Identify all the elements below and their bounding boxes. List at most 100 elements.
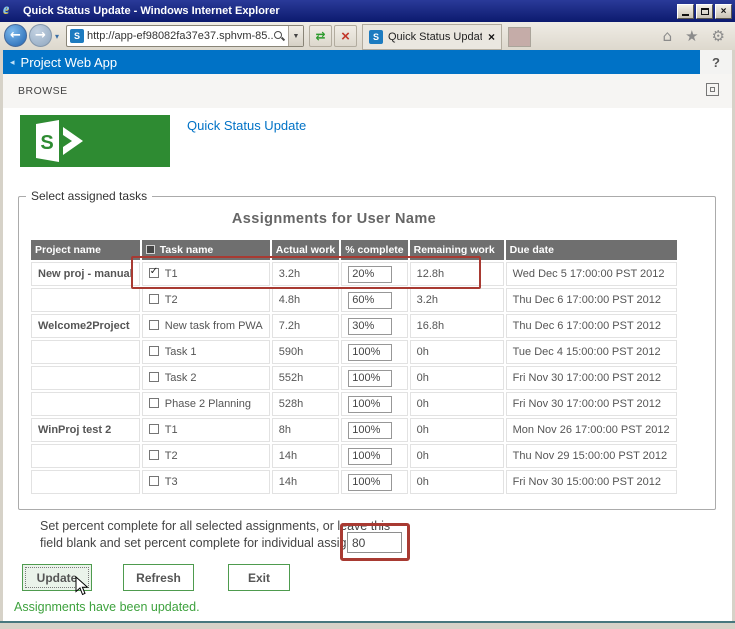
project-name-cell [31,340,140,364]
project-name-cell: New proj - manual [31,262,140,286]
focus-on-content-icon[interactable] [706,83,719,96]
remaining-work-cell: 0h [410,340,504,364]
remaining-work-cell: 12.8h [410,262,504,286]
back-button[interactable]: ← [4,24,27,47]
task-name-cell: T2 [142,444,270,468]
task-checkbox[interactable] [149,424,159,434]
ribbon-tab-browse[interactable]: BROWSE [18,85,68,97]
column-header-task-name: Task name [142,240,270,260]
table-row: Task 1 590h 0h Tue Dec 4 15:00:00 PST 20… [31,340,677,364]
percent-complete-input[interactable] [348,370,392,387]
due-date-cell: Thu Dec 6 17:00:00 PST 2012 [506,288,677,312]
table-row: Phase 2 Planning 528h 0h Fri Nov 30 17:0… [31,392,677,416]
table-row: Task 2 552h 0h Fri Nov 30 17:00:00 PST 2… [31,366,677,390]
percent-complete-input[interactable] [348,474,392,491]
minimize-button[interactable] [677,4,694,19]
tab-close-icon[interactable]: × [488,30,495,44]
due-date-cell: Tue Dec 4 15:00:00 PST 2012 [506,340,677,364]
exit-button[interactable]: Exit [228,564,290,591]
actual-work-cell: 8h [272,418,340,442]
browser-toolbar: ← → ▾ S http://app-ef98082fa37e37.sphvm-… [0,22,735,50]
refresh-icon[interactable]: ⇄ [309,25,332,47]
table-row: WinProj test 2 T1 8h 0h Mon Nov 26 17:00… [31,418,677,442]
ribbon-bar: BROWSE [3,74,732,108]
back-chevron-icon: ◂ [10,57,15,68]
task-name-label: Task 2 [165,372,197,384]
percent-complete-cell [341,314,407,338]
percent-complete-input[interactable] [348,318,392,335]
percent-complete-input[interactable] [348,344,392,361]
address-bar[interactable]: S http://app-ef98082fa37e37.sphvm-85... … [66,25,304,47]
task-checkbox[interactable] [149,450,159,460]
address-dropdown-icon[interactable]: ▼ [288,26,303,46]
bulk-percent-instructions: Set percent complete for all selected as… [40,518,391,552]
help-button[interactable]: ? [700,50,732,74]
actual-work-cell: 590h [272,340,340,364]
browser-window: e Quick Status Update - Windows Internet… [0,0,735,629]
remaining-work-cell: 0h [410,392,504,416]
stop-icon[interactable]: × [334,25,357,47]
percent-complete-input[interactable] [348,396,392,413]
due-date-cell: Fri Nov 30 17:00:00 PST 2012 [506,392,677,416]
due-date-cell: Mon Nov 26 17:00:00 PST 2012 [506,418,677,442]
task-name-cell: T3 [142,470,270,494]
task-name-label: T1 [165,268,178,280]
task-checkbox[interactable] [149,372,159,382]
due-date-cell: Fri Nov 30 15:00:00 PST 2012 [506,470,677,494]
table-row: T2 4.8h 3.2h Thu Dec 6 17:00:00 PST 2012 [31,288,677,312]
search-icon[interactable] [273,30,286,43]
project-name-cell [31,288,140,312]
task-checkbox[interactable] [149,476,159,486]
actual-work-cell: 4.8h [272,288,340,312]
table-row: T2 14h 0h Thu Nov 29 15:00:00 PST 2012 [31,444,677,468]
url-text[interactable]: http://app-ef98082fa37e37.sphvm-85... [84,30,273,42]
recent-pages-dropdown-icon[interactable]: ▾ [55,32,59,41]
task-checkbox[interactable] [149,320,159,330]
task-checkbox[interactable] [149,346,159,356]
percent-complete-input[interactable] [348,422,392,439]
mouse-cursor [75,576,89,596]
table-title: Assignments for User Name [29,211,639,227]
task-name-label: T3 [165,476,178,488]
percent-complete-cell [341,444,407,468]
project-name-cell [31,392,140,416]
percent-complete-input[interactable] [348,292,392,309]
remaining-work-cell: 3.2h [410,288,504,312]
project-name-cell [31,366,140,390]
due-date-cell: Wed Dec 5 17:00:00 PST 2012 [506,262,677,286]
task-checkbox[interactable] [149,268,159,278]
bulk-percent-input[interactable] [347,532,402,553]
refresh-button[interactable]: Refresh [123,564,194,591]
select-all-checkbox[interactable] [146,245,155,254]
settings-gear-icon[interactable]: ⚙ [712,27,725,45]
page-title-link[interactable]: Quick Status Update [187,118,306,133]
maximize-button[interactable] [696,4,713,19]
fieldset-legend: Select assigned tasks [26,189,152,203]
browser-tab[interactable]: S Quick Status Update × [362,24,502,50]
sharepoint-logo-glyph: S [34,120,92,162]
internet-explorer-icon: e [3,3,19,19]
window-title: Quick Status Update - Windows Internet E… [23,5,677,17]
remaining-work-cell: 16.8h [410,314,504,338]
project-name-cell: WinProj test 2 [31,418,140,442]
percent-complete-input[interactable] [348,266,392,283]
task-name-cell: Phase 2 Planning [142,392,270,416]
window-titlebar[interactable]: e Quick Status Update - Windows Internet… [0,0,735,22]
forward-button[interactable]: → [29,24,52,47]
due-date-cell: Thu Dec 6 17:00:00 PST 2012 [506,314,677,338]
task-name-label: T2 [165,294,178,306]
favorites-star-icon[interactable]: ★ [685,27,698,45]
column-header-actual-work: Actual work [272,240,340,260]
percent-complete-input[interactable] [348,448,392,465]
task-name-label: T1 [165,424,178,436]
task-checkbox[interactable] [149,294,159,304]
home-icon[interactable]: ⌂ [663,27,673,45]
column-header-project-name: Project name [31,240,140,260]
close-button[interactable]: × [715,4,732,19]
actual-work-cell: 14h [272,470,340,494]
task-name-cell: T1 [142,262,270,286]
assignments-table: Project name Task name Actual work % com… [29,238,679,496]
due-date-cell: Thu Nov 29 15:00:00 PST 2012 [506,444,677,468]
task-checkbox[interactable] [149,398,159,408]
new-tab-button[interactable] [508,27,531,47]
